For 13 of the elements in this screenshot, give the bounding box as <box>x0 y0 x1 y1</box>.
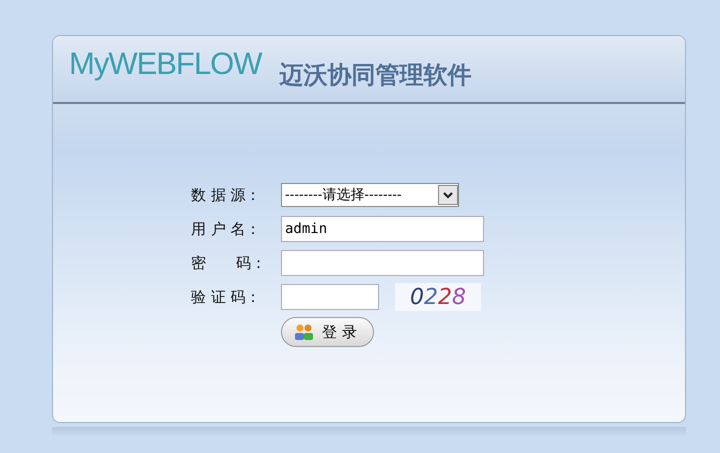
app-title: 迈沃协同管理软件 <box>280 60 472 91</box>
username-field[interactable]: admin <box>281 216 484 242</box>
captcha-field[interactable] <box>281 284 379 310</box>
logo: MyWEBFLOW <box>69 46 262 82</box>
field-label: 数 据 源： <box>191 186 262 204</box>
field-label: 密 码： <box>191 254 267 272</box>
field-label: 验 证 码： <box>191 288 262 306</box>
password-field[interactable] <box>281 250 484 276</box>
users-icon <box>294 323 314 341</box>
login-button[interactable]: 登 录 <box>281 317 374 347</box>
captcha-image: 0228 <box>395 283 481 311</box>
data-source-select[interactable]: --------请选择-------- <box>281 183 459 207</box>
field-label: 用 户 名： <box>191 220 262 238</box>
